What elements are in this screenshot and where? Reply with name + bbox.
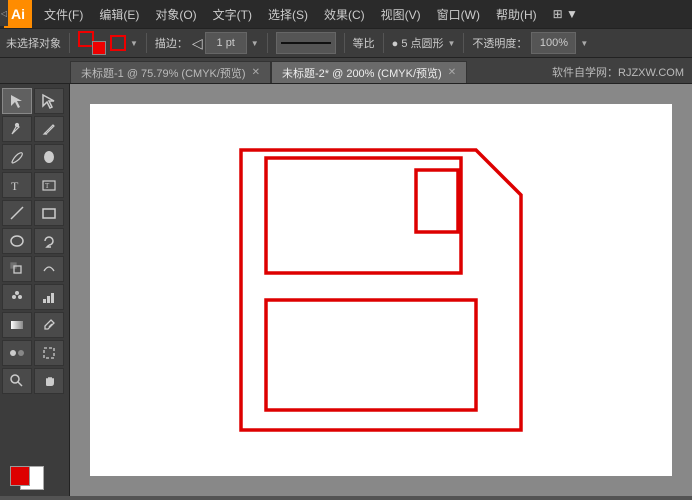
tool-row-1 <box>2 88 67 114</box>
tool-row-7 <box>2 256 67 282</box>
line-preview-inner <box>281 42 331 44</box>
sep5 <box>383 33 384 53</box>
stroke-size-arrow[interactable]: ▼ <box>251 39 259 48</box>
scale-tool[interactable] <box>2 256 32 282</box>
ellipse-tool[interactable] <box>2 228 32 254</box>
tool-row-6 <box>2 228 67 254</box>
blend-tool[interactable] <box>2 340 32 366</box>
graph-tool[interactable] <box>34 284 64 310</box>
hand-tool[interactable] <box>34 368 64 394</box>
opacity-input[interactable] <box>531 32 576 54</box>
tool-row-3 <box>2 144 67 170</box>
stroke-fill-icon[interactable] <box>78 31 106 55</box>
tool-row-2 <box>2 116 67 142</box>
menu-type[interactable]: 文字(T) <box>205 2 260 27</box>
toolbar: 未选择对象 ▼ 描边： ◁ ▼ 等比 ● 5 点圆形 ▼ 不透明度： ▼ <box>0 28 692 58</box>
menu-view[interactable]: 视图(V) <box>373 2 429 27</box>
menu-items: 文件(F) 编辑(E) 对象(O) 文字(T) 选择(S) 效果(C) 视图(V… <box>36 0 586 28</box>
line-style-preview[interactable] <box>276 32 336 54</box>
direct-select-tool[interactable] <box>34 88 64 114</box>
equal-label: 等比 <box>353 35 375 51</box>
selection-label: 未选择对象 <box>6 35 61 51</box>
type-tool[interactable]: T <box>2 172 32 198</box>
sep3 <box>267 33 268 53</box>
floppy-svg <box>221 140 541 440</box>
opacity-label: 不透明度： <box>472 35 527 51</box>
stroke-dropdown-arrow[interactable]: ▼ <box>130 39 138 48</box>
gradient-tool[interactable] <box>2 312 32 338</box>
opacity-control: ▼ <box>531 32 588 54</box>
menu-grid[interactable]: ⊞ ▼ <box>545 3 586 25</box>
pen-tool[interactable] <box>2 116 32 142</box>
menu-select[interactable]: 选择(S) <box>260 2 316 27</box>
eyedropper-tool[interactable] <box>34 312 64 338</box>
menu-object[interactable]: 对象(O) <box>147 2 204 27</box>
blob-brush-tool[interactable] <box>34 144 64 170</box>
sep6 <box>463 33 464 53</box>
tool-row-5 <box>2 200 67 226</box>
color-boxes <box>2 452 66 492</box>
stroke-size-input[interactable] <box>205 32 247 54</box>
points-arrow[interactable]: ▼ <box>448 39 456 48</box>
sep1 <box>69 33 70 53</box>
canvas-area <box>70 84 692 496</box>
opacity-arrow[interactable]: ▼ <box>580 39 588 48</box>
points-control: ● 5 点圆形 ▼ <box>392 35 456 51</box>
area-type-tool[interactable]: T <box>34 172 64 198</box>
menu-edit[interactable]: 编辑(E) <box>91 2 147 27</box>
svg-text:T: T <box>45 182 50 190</box>
main-area: T T <box>0 84 692 496</box>
stroke-control: ▼ <box>110 35 138 51</box>
floppy-drawing <box>221 140 541 440</box>
tool-row-10 <box>2 340 67 366</box>
menu-help[interactable]: 帮助(H) <box>488 2 545 27</box>
tab-1[interactable]: 未标题-1 @ 75.79% (CMYK/预览) ✕ <box>70 61 271 83</box>
symbol-tool[interactable] <box>2 284 32 310</box>
tool-row-4: T T <box>2 172 67 198</box>
watermark: 软件自学网：RJZXW.COM <box>552 64 684 80</box>
crop-tool[interactable] <box>34 340 64 366</box>
svg-text:T: T <box>11 179 19 193</box>
tabs-scroll-left-icon: ◁ <box>1 9 7 18</box>
zoom-tool[interactable] <box>2 368 32 394</box>
tabs-scroll-left[interactable]: ◁ <box>0 0 8 26</box>
points-label: ● 5 点圆形 <box>392 35 444 51</box>
line-tool[interactable] <box>2 200 32 226</box>
canvas-document <box>90 104 672 476</box>
brush-tool[interactable] <box>2 144 32 170</box>
menu-bar: Ai 文件(F) 编辑(E) 对象(O) 文字(T) 选择(S) 效果(C) 视… <box>0 0 692 28</box>
arrow-tool[interactable] <box>2 88 32 114</box>
ai-logo: Ai <box>4 0 32 28</box>
left-toolbar: T T <box>0 84 70 496</box>
tool-row-9 <box>2 312 67 338</box>
stroke-size-icon: ◁ <box>192 35 203 52</box>
menu-effect[interactable]: 效果(C) <box>316 2 373 27</box>
rotate-tool[interactable] <box>34 228 64 254</box>
tab-2-close[interactable]: ✕ <box>448 67 456 78</box>
tab-2[interactable]: 未标题-2* @ 200% (CMYK/预览) ✕ <box>271 61 467 83</box>
tab-1-close[interactable]: ✕ <box>252 67 260 78</box>
sep2 <box>146 33 147 53</box>
pencil-tool[interactable] <box>34 116 64 142</box>
stroke-label: 描边： <box>155 35 188 51</box>
menu-file[interactable]: 文件(F) <box>36 2 91 27</box>
tab-2-label: 未标题-2* @ 200% (CMYK/预览) <box>282 65 442 81</box>
tab-1-label: 未标题-1 @ 75.79% (CMYK/预览) <box>81 65 246 81</box>
tool-row-8 <box>2 284 67 310</box>
menu-window[interactable]: 窗口(W) <box>429 2 488 27</box>
rectangle-tool[interactable] <box>34 200 64 226</box>
stroke-size-control: ◁ ▼ <box>192 32 259 54</box>
tool-row-11 <box>2 368 67 394</box>
stroke-color-box[interactable] <box>10 466 30 486</box>
warp-tool[interactable] <box>34 256 64 282</box>
sep4 <box>344 33 345 53</box>
stroke-box[interactable] <box>110 35 126 51</box>
